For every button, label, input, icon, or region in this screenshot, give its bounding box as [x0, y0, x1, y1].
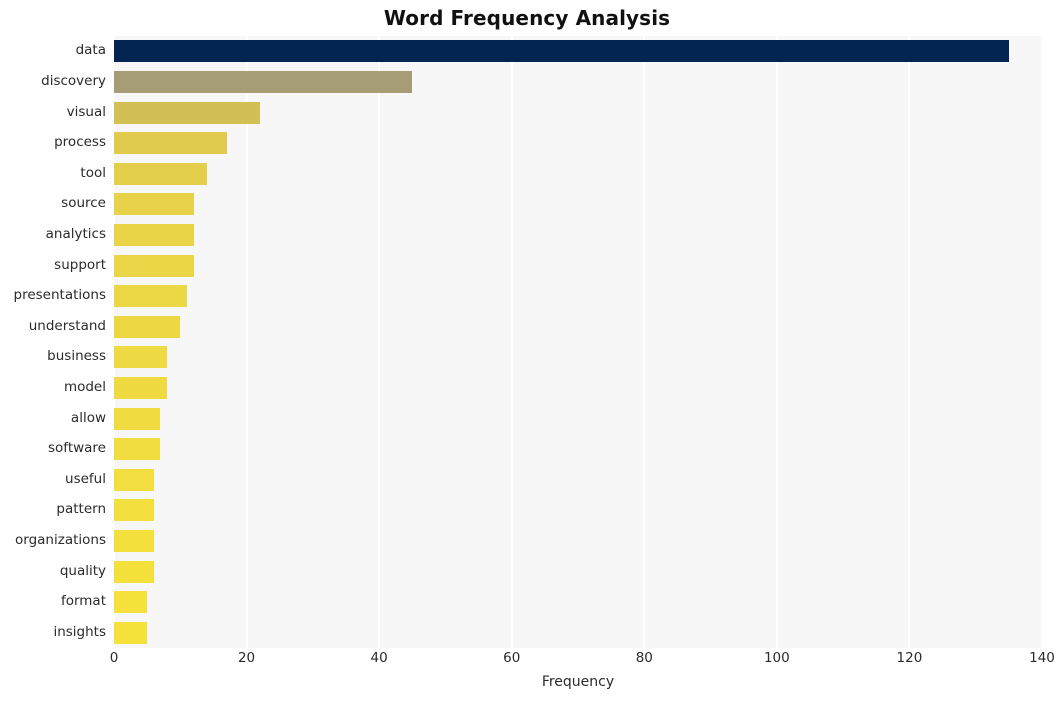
y-axis-tick-label: useful	[65, 470, 106, 487]
bar	[114, 346, 168, 369]
bar	[114, 376, 168, 399]
bar	[114, 529, 154, 552]
y-axis-tick-label: understand	[28, 317, 106, 334]
bar	[114, 70, 413, 93]
gridline	[114, 36, 115, 648]
bar	[114, 591, 148, 614]
bar	[114, 40, 1009, 63]
bar	[114, 468, 154, 491]
bar	[114, 285, 187, 308]
bar	[114, 560, 154, 583]
bar	[114, 223, 194, 246]
word-frequency-bar-chart: Word Frequency Analysis data discovery vis…	[0, 0, 1054, 701]
gridline	[775, 36, 778, 648]
y-axis-tick-label: allow	[70, 409, 106, 426]
y-axis-tick-label: model	[63, 378, 106, 395]
y-axis-tick-label: software	[48, 440, 106, 457]
bar	[114, 315, 181, 338]
x-axis-tick-label: 0	[109, 650, 119, 666]
chart-title: Word Frequency Analysis	[383, 6, 671, 30]
y-axis-tick-label: organizations	[15, 531, 106, 548]
gridline	[908, 36, 911, 648]
x-axis-tick-label: 40	[370, 650, 388, 666]
gridline	[643, 36, 646, 648]
bar	[114, 193, 194, 216]
y-axis-tick-label: tool	[80, 164, 106, 181]
x-axis-tick-label: 100	[763, 650, 790, 666]
y-axis-tick-label: quality	[59, 562, 106, 579]
y-axis-tick-label: format	[60, 593, 106, 610]
y-axis-tick-label: source	[61, 195, 106, 212]
bar	[114, 162, 207, 185]
bar	[114, 254, 194, 277]
y-axis-tick-label: discovery	[41, 72, 106, 89]
gridline	[245, 36, 248, 648]
y-axis-tick-label: insights	[53, 623, 106, 640]
x-axis-tick-label: 60	[503, 650, 521, 666]
y-axis-tick-label: process	[54, 134, 106, 151]
gridline	[1041, 36, 1042, 648]
y-axis-tick-labels: data discovery visual process tool source anal…	[0, 36, 106, 648]
x-axis-tick-label: 120	[896, 650, 923, 666]
x-axis-title: Frequency	[541, 674, 615, 690]
gridline	[510, 36, 513, 648]
y-axis-tick-label: presentations	[13, 287, 106, 304]
bar	[114, 621, 148, 644]
x-axis-tick-label: 20	[237, 650, 256, 666]
gridline	[378, 36, 381, 648]
y-axis-tick-label: business	[47, 348, 106, 365]
bar	[114, 438, 161, 461]
y-axis-tick-label: data	[75, 42, 106, 59]
bar	[114, 499, 154, 522]
x-axis-tick-label: 140	[1029, 650, 1054, 666]
x-axis-tick-labels: 0 20 40 60 80 100 120 140	[0, 650, 1054, 672]
x-axis-tick-label: 80	[635, 650, 653, 666]
y-axis-tick-label: analytics	[45, 225, 106, 242]
y-axis-tick-label: support	[54, 256, 106, 273]
plot-area	[114, 36, 1042, 648]
bar	[114, 407, 161, 430]
y-axis-tick-label: pattern	[56, 501, 106, 518]
bar	[114, 101, 260, 124]
bar	[114, 132, 227, 155]
y-axis-tick-label: visual	[66, 103, 106, 120]
